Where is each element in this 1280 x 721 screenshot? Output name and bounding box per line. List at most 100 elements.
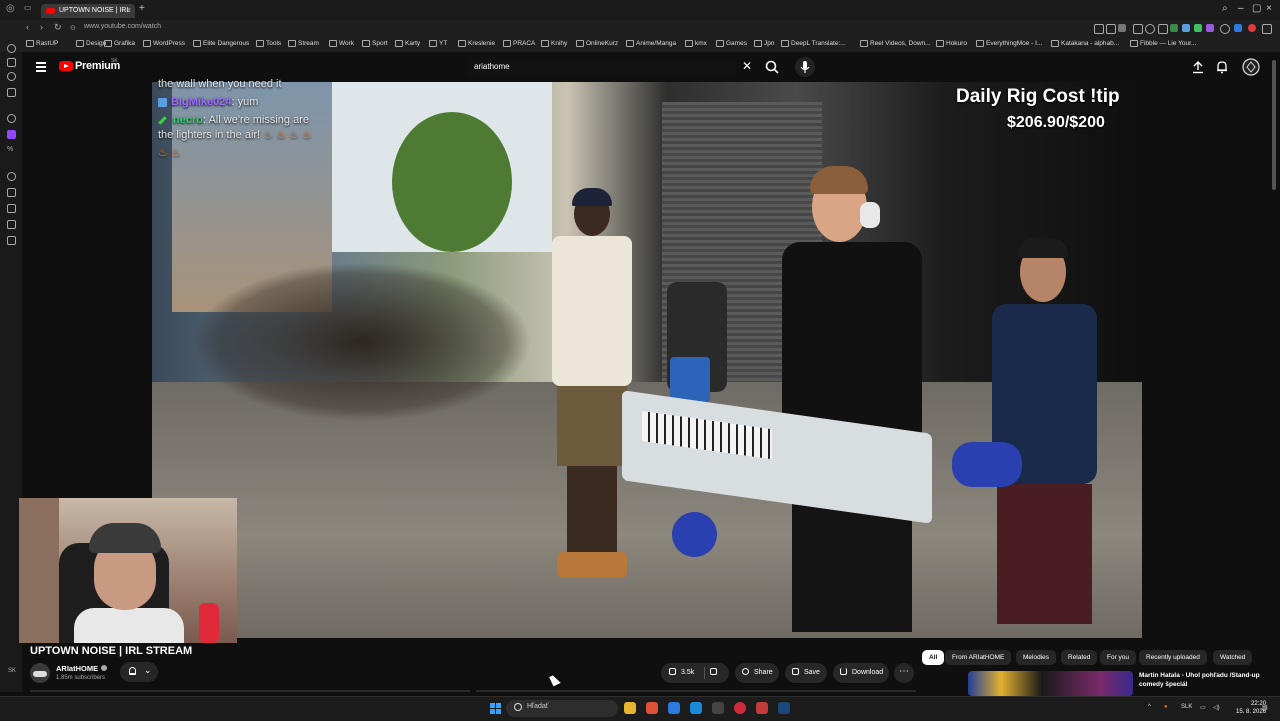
bookmark-item[interactable]: Fibble — Lie Your... [1130,40,1196,47]
chip-for-you[interactable]: For you [1100,650,1137,665]
bookmark-item[interactable]: Hokuro [936,40,967,47]
bookmark-item[interactable]: Reel Videos, Down... [860,40,931,47]
upload-icon[interactable] [1191,60,1205,74]
voice-search-button[interactable] [795,57,815,77]
bookmark-item[interactable]: kmx [685,40,707,47]
app-red-icon[interactable] [756,702,768,714]
search-icon[interactable] [765,60,779,74]
chip-from-channel[interactable]: From ARIatHOME [945,650,1012,665]
taskbar-search-input[interactable]: Hľadať [527,703,548,710]
sidebar-telegram-icon[interactable] [7,88,16,97]
sidebar-discord-icon[interactable] [7,72,16,81]
brave-browser-icon[interactable] [646,702,658,714]
extension-cloud-icon[interactable] [1234,24,1242,32]
bookmark-icon[interactable] [1094,24,1104,34]
sidebar-app-icon[interactable] [7,44,16,53]
download-button[interactable]: Download [833,663,889,683]
bookmark-item[interactable]: YT [429,40,447,47]
bookmark-item[interactable]: WordPress [143,40,185,47]
dislike-icon[interactable] [710,668,718,675]
chip-watched[interactable]: Watched [1213,650,1253,665]
bookmark-item[interactable]: Elite Dangerous [193,40,249,47]
bookmark-item[interactable]: Stream [288,40,319,47]
app-blue-icon[interactable] [668,702,680,714]
account-avatar-icon[interactable] [1242,58,1260,76]
extension-purple-icon[interactable] [1206,24,1214,32]
tray-chevron-icon[interactable]: ^ [1148,704,1151,710]
steam-icon[interactable] [778,702,790,714]
video-player[interactable] [152,82,1142,638]
mail-icon[interactable] [690,702,702,714]
sidebar-extension-icon[interactable] [7,236,16,245]
bookmark-item[interactable]: Katakana - alphab... [1051,40,1119,47]
taskbar-search[interactable] [506,700,618,717]
heart-icon[interactable] [1145,24,1155,34]
volume-icon[interactable]: ◁) [1213,704,1220,711]
clear-search-icon[interactable]: ✕ [742,59,752,73]
bookmark-item[interactable]: Tools [256,40,281,47]
extension-blue-icon[interactable] [1182,24,1190,32]
back-icon[interactable]: ‹ [26,22,29,32]
sidebar-settings-icon[interactable] [7,114,16,123]
bookmark-item[interactable]: OnlineKurz [576,40,618,47]
opera-icon[interactable] [734,702,746,714]
extension-red-icon[interactable] [1248,24,1256,32]
forward-icon[interactable]: › [40,22,43,32]
site-info-icon[interactable]: ⊙ [70,24,76,32]
notifications-button[interactable]: ⌄ [120,662,158,682]
tray-mic-icon[interactable]: ● [1164,704,1168,710]
search-tabs-icon[interactable]: ⌕ [1222,3,1228,14]
reload-icon[interactable]: ↻ [54,22,62,33]
bookmark-item[interactable]: RastUP [26,40,58,47]
notifications-bell-icon[interactable] [1215,60,1229,74]
bookmark-item[interactable]: Design [76,40,106,47]
bookmark-item[interactable]: Knihy [541,40,567,47]
notification-center-icon[interactable]: ▤ [1262,704,1268,711]
youtube-logo-icon[interactable] [59,61,73,71]
suggested-video-title[interactable]: Martin Hatala - Uhol pohľadu /Stand-up c… [1139,671,1269,689]
sidebar-messenger-icon[interactable] [7,58,16,67]
like-icon[interactable] [669,668,676,675]
sidebar-percent-icon[interactable]: % [7,146,14,153]
calculator-icon[interactable] [712,702,724,714]
bookmark-item[interactable]: Karty [395,40,420,47]
channel-avatar[interactable] [30,663,50,683]
file-explorer-icon[interactable] [624,702,636,714]
share-button[interactable]: Share [735,663,779,683]
download-icon[interactable] [1158,24,1168,34]
sidebar-send-icon[interactable] [7,188,16,197]
channel-name[interactable]: ARIatHOME [56,664,98,673]
tabs-icon[interactable]: ▭ [24,3,32,12]
bookmark-item[interactable]: EverythingMoe - I... [976,40,1042,47]
browser-menu-icon[interactable]: ◎ [6,3,15,14]
windows-start-icon[interactable] [490,703,501,714]
reader-icon[interactable] [1106,24,1116,34]
sidebar-pin-icon[interactable] [7,220,16,229]
new-tab-button[interactable]: + [139,3,145,14]
hamburger-menu-icon[interactable] [36,62,46,74]
sidebar-history-icon[interactable] [7,172,16,181]
maximize-icon[interactable]: ▢ [1252,3,1261,14]
bookmark-item[interactable]: Games [716,40,747,47]
minimize-icon[interactable]: – [1238,3,1244,14]
page-scrollbar[interactable] [1272,60,1276,190]
chip-melodies[interactable]: Melodies [1016,650,1057,665]
close-tab-icon[interactable]: × [127,4,131,18]
extension-green-icon[interactable] [1170,24,1178,32]
bookmark-item[interactable]: Anime/Manga [626,40,676,47]
chip-recently-uploaded[interactable]: Recently uploaded [1139,650,1207,665]
active-tab[interactable]: UPTOWN NOISE | IRL × [41,4,135,18]
bookmark-item[interactable]: DeepL Translate:... [781,40,846,47]
network-icon[interactable]: ▭ [1200,704,1206,711]
like-count[interactable]: 3.5k [681,669,694,676]
language-indicator[interactable]: SLK [1181,704,1192,710]
bookmark-item[interactable]: Jpn [754,40,774,47]
bookmark-item[interactable]: Grafika [104,40,135,47]
close-window-icon[interactable]: × [1266,3,1272,14]
bookmark-item[interactable]: Work [329,40,354,47]
shield-icon[interactable] [1118,24,1126,32]
play-icon[interactable] [1133,24,1143,34]
search-input[interactable]: ariathome [474,62,510,71]
extension-circle-icon[interactable] [1220,24,1230,34]
suggested-video-thumbnail[interactable] [968,671,1133,696]
